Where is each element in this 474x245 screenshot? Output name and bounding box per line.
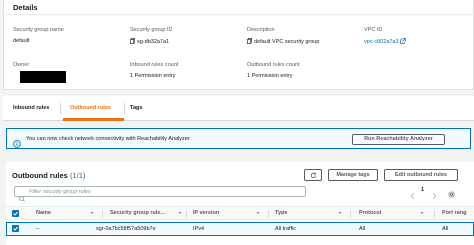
- description-text: default VPC security group: [254, 39, 320, 45]
- sort-caret-icon[interactable]: [256, 211, 260, 215]
- inbound-rules-count-label: Inbound rules count: [130, 62, 179, 68]
- column-header-ip-version[interactable]: IP version: [193, 210, 219, 216]
- current-page[interactable]: 1: [421, 187, 424, 193]
- cell-rule-id: sgr-0a7bc58f57a509b7e: [96, 226, 156, 232]
- column-divider: [350, 210, 351, 218]
- column-header-protocol[interactable]: Protocol: [359, 210, 381, 216]
- owner-value-redacted: [20, 71, 66, 83]
- column-divider: [268, 210, 269, 218]
- column-header-name[interactable]: Name: [36, 210, 51, 216]
- tab-bar: Inbound rules Outbound rules Tags: [3, 96, 474, 121]
- column-divider: [102, 210, 103, 218]
- external-link-icon: [400, 38, 406, 46]
- outbound-rules-title: Outbound rules (1/1): [12, 171, 85, 180]
- owner-label: Owner: [13, 62, 30, 68]
- search-icon: [19, 189, 25, 207]
- column-divider: [186, 210, 187, 218]
- refresh-icon: [310, 172, 317, 181]
- table-row[interactable]: – sgr-0a7bc58f57a509b7e IPv4 All traffic…: [6, 222, 474, 236]
- tab-divider: [60, 103, 61, 114]
- previous-page-icon[interactable]: [410, 187, 415, 205]
- vpc-id-text[interactable]: vpc-c802a7a3: [364, 39, 399, 45]
- inbound-rules-count-value: 1 Permission entry: [130, 73, 176, 79]
- cell-port-range: All: [442, 226, 449, 232]
- manage-tags-button[interactable]: Manage tags: [328, 169, 378, 181]
- refresh-button[interactable]: [304, 169, 322, 181]
- info-icon: [13, 135, 21, 153]
- column-header-rule-id[interactable]: Security group rule...: [110, 210, 165, 216]
- security-group-id-label: Security group ID: [130, 27, 173, 33]
- details-title: Details: [13, 3, 38, 12]
- select-all-checkbox[interactable]: [12, 210, 19, 217]
- column-divider: [434, 210, 435, 218]
- tab-tags[interactable]: Tags: [130, 96, 142, 121]
- cell-ip-version: IPv4: [193, 226, 205, 232]
- outbound-rules-count: (1/1): [69, 171, 86, 180]
- security-group-id-text: sg-db32a7a1: [137, 39, 170, 45]
- outbound-rules-panel: Outbound rules (1/1) Manage tags Edit ou…: [6, 162, 474, 245]
- cell-name: –: [36, 226, 40, 232]
- row-checkbox[interactable]: [12, 225, 19, 232]
- filter-rules-input[interactable]: [29, 188, 299, 196]
- cell-protocol: All: [359, 226, 366, 232]
- security-group-id-value: sg-db32a7a1: [130, 38, 169, 46]
- outbound-rules-count-label: Outbound rules count: [247, 62, 300, 68]
- description-label: Description: [247, 27, 275, 33]
- outbound-rules-heading: Outbound rules: [12, 171, 68, 180]
- table-header: Name Security group rule... IP version T…: [6, 206, 474, 220]
- security-group-name-label: Security group name: [13, 27, 64, 33]
- active-tab-indicator: [63, 118, 124, 121]
- sort-caret-icon[interactable]: [178, 211, 182, 215]
- outbound-rules-count-value: 1 Permission entry: [247, 73, 293, 79]
- column-header-port-range[interactable]: Port rang: [442, 210, 466, 216]
- run-reachability-analyzer-button[interactable]: Run Reachability Analyzer: [352, 134, 445, 145]
- copy-icon[interactable]: [130, 38, 136, 46]
- security-group-name-value: default: [13, 38, 30, 44]
- description-value: default VPC security group: [247, 38, 319, 46]
- copy-icon[interactable]: [247, 38, 253, 46]
- cell-type: All traffic: [275, 226, 296, 232]
- tab-divider: [124, 103, 125, 114]
- filter-rules-search[interactable]: [14, 186, 306, 202]
- sort-caret-icon[interactable]: [420, 211, 424, 215]
- settings-gear-icon[interactable]: [447, 186, 456, 204]
- divider: [4, 14, 473, 15]
- edit-outbound-rules-button[interactable]: Edit outbound rules: [384, 169, 458, 181]
- vpc-id-label: VPC ID: [364, 27, 383, 33]
- next-page-icon[interactable]: [432, 187, 437, 205]
- sort-caret-icon[interactable]: [90, 211, 94, 215]
- sort-caret-icon[interactable]: [338, 211, 342, 215]
- vpc-id-link[interactable]: vpc-c802a7a3: [364, 38, 408, 46]
- tab-inbound-rules[interactable]: Inbound rules: [13, 96, 49, 121]
- banner-message: You can now check network connectivity w…: [26, 136, 190, 142]
- column-header-type[interactable]: Type: [275, 210, 287, 216]
- reachability-info-banner: You can now check network connectivity w…: [6, 128, 471, 149]
- details-panel: Details Security group name default Secu…: [3, 0, 474, 90]
